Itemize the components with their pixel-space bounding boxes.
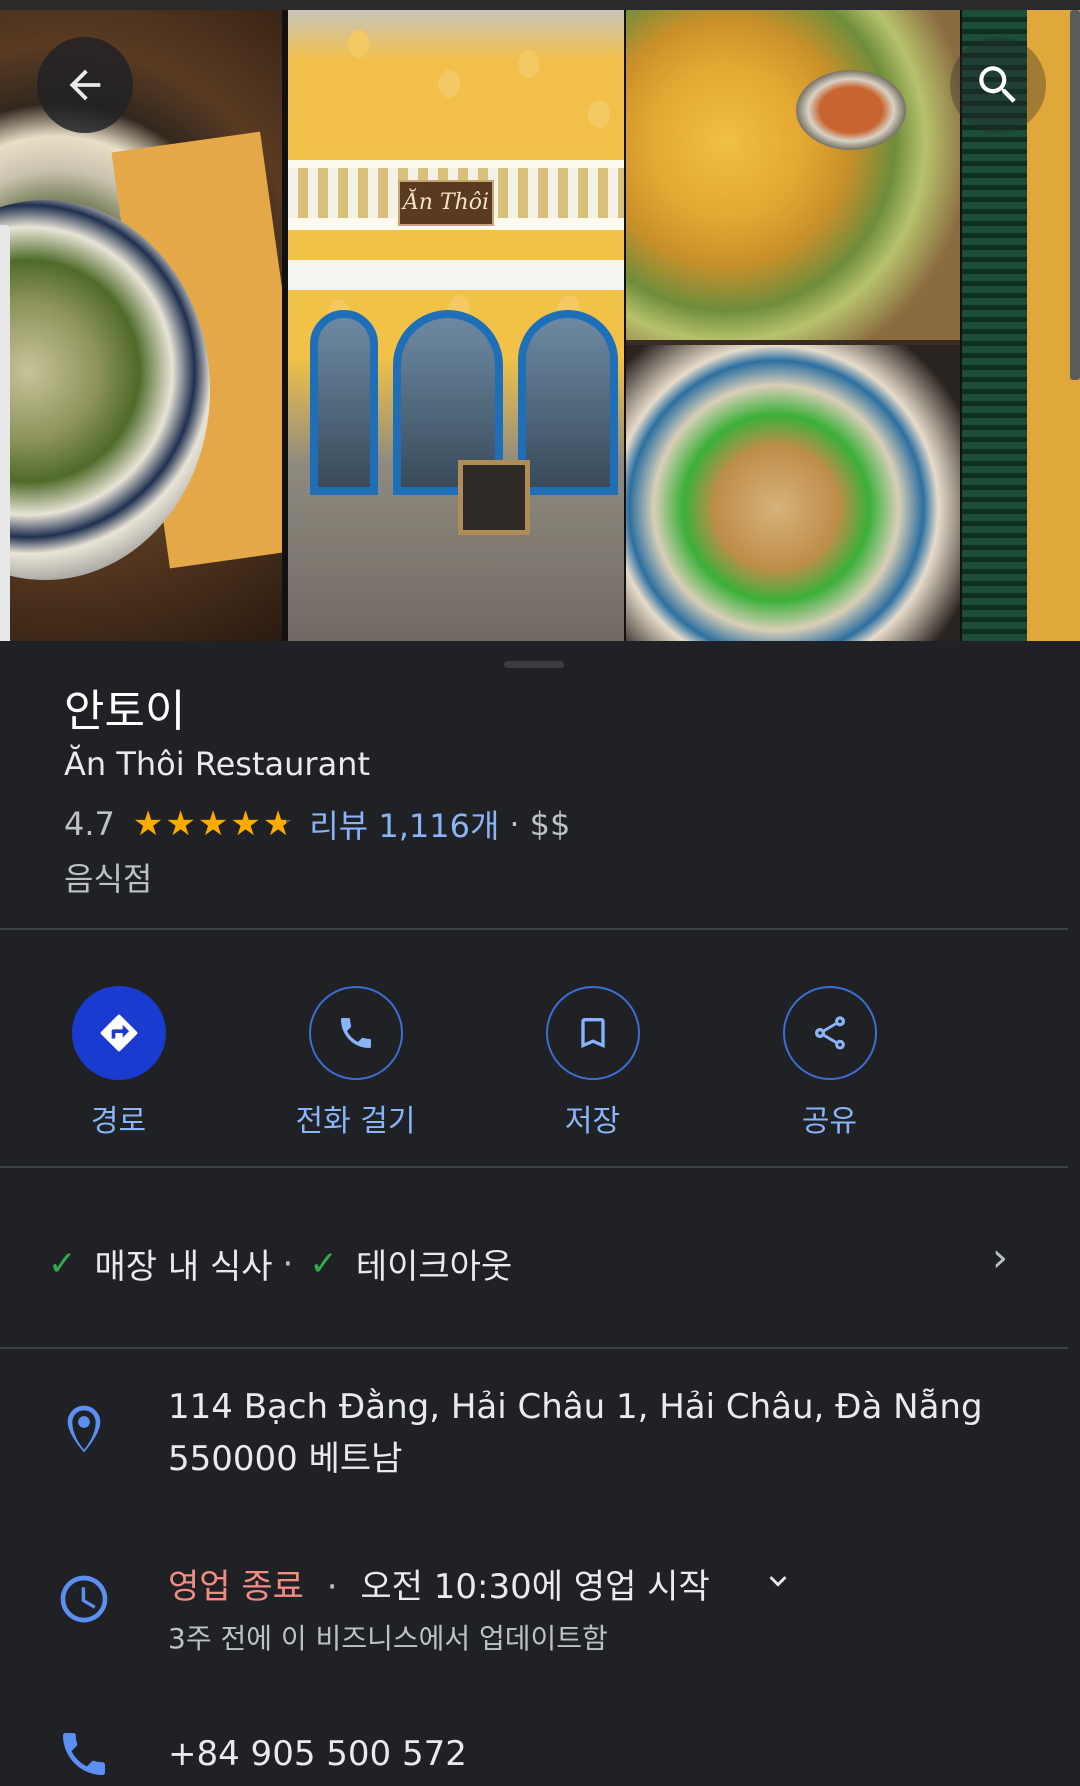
clock-icon	[60, 1575, 108, 1623]
price-level: $$	[529, 805, 571, 843]
dine-in-label: 매장 내 식사	[94, 1247, 273, 1287]
search-button[interactable]	[950, 37, 1046, 133]
service-options-row[interactable]: ✓ 매장 내 식사 · ✓ 테이크아웃 ›	[48, 1235, 1008, 1288]
search-icon	[979, 66, 1016, 103]
drag-handle[interactable]	[504, 661, 564, 668]
bookmark-icon	[580, 1018, 605, 1048]
photo-card-edge	[0, 225, 10, 641]
photo-food[interactable]	[626, 10, 960, 641]
lantern	[588, 100, 610, 128]
chevron-right-icon[interactable]: ›	[992, 1235, 1008, 1281]
separator-dot: ·	[282, 1243, 294, 1284]
place-details-sheet: 안토이 Ăn Thôi Restaurant 4.7 ★★★★★ ★★★★★ 리…	[0, 641, 1068, 1786]
arrow-left-icon	[69, 69, 101, 101]
divider	[0, 1347, 1068, 1349]
check-icon: ✓	[309, 1243, 338, 1284]
stars-filled: ★★★★★	[132, 804, 286, 844]
window-arch	[310, 310, 378, 495]
address-line2: 550000 베트남	[168, 1439, 403, 1479]
dipping-sauce	[796, 70, 906, 150]
photo-restaurant-facade[interactable]: Ăn Thôi	[288, 10, 624, 641]
directions-label: 경로	[90, 1104, 147, 1139]
place-subtitle: Ăn Thôi Restaurant	[64, 745, 370, 783]
directions-circle[interactable]	[71, 986, 166, 1080]
save-label: 저장	[564, 1104, 621, 1139]
phone-number: +84 905 500 572	[168, 1734, 467, 1774]
address-text: 114 Bạch Đằng, Hải Châu 1, Hải Châu, Đà …	[168, 1381, 983, 1485]
hours-next-open: 오전 10:30에 영업 시작	[360, 1567, 710, 1607]
call-label: 전화 걸기	[295, 1104, 416, 1139]
location-pin-icon	[67, 1405, 101, 1453]
directions-button[interactable]: 경로	[0, 986, 237, 1140]
share-circle[interactable]	[782, 986, 877, 1080]
phone-icon	[63, 1733, 105, 1775]
divider	[0, 928, 1068, 930]
call-circle[interactable]	[308, 986, 403, 1080]
window-arch	[518, 310, 618, 495]
restaurant-sign: Ăn Thôi	[398, 180, 494, 226]
share-label: 공유	[801, 1104, 858, 1139]
hours-text: 영업 종료 · 오전 10:30에 영업 시작 3주 전에 이 비즈니스에서 업…	[168, 1561, 795, 1665]
menu-board	[458, 460, 530, 535]
photo-carousel[interactable]: Ăn Thôi	[0, 0, 1080, 641]
noodle-bowl	[626, 345, 960, 641]
address-line1: 114 Bạch Đằng, Hải Châu 1, Hải Châu, Đà …	[168, 1387, 983, 1427]
lantern	[518, 50, 540, 78]
check-icon: ✓	[48, 1243, 77, 1284]
share-icon	[814, 1016, 845, 1050]
save-circle[interactable]	[545, 986, 640, 1080]
awning	[288, 260, 624, 290]
lantern	[438, 70, 460, 98]
place-category: 음식점	[64, 860, 153, 898]
lantern	[348, 30, 370, 58]
separator-dot: ·	[509, 805, 520, 843]
place-title: 안토이	[64, 686, 186, 737]
hours-updated-note: 3주 전에 이 비즈니스에서 업데이트함	[168, 1622, 608, 1655]
rating-value: 4.7	[64, 805, 115, 843]
reviews-link[interactable]: 리뷰 1,116개	[309, 801, 499, 847]
directions-icon	[100, 1014, 137, 1052]
takeout-label: 테이크아웃	[355, 1247, 513, 1287]
star-rating-icon: ★★★★★ ★★★★★	[133, 804, 295, 844]
phone-icon	[340, 1018, 371, 1048]
rating-row: 4.7 ★★★★★ ★★★★★ 리뷰 1,116개 · $$	[64, 801, 570, 847]
banh-xeo-plate	[626, 10, 960, 340]
separator-dot: ·	[326, 1567, 338, 1607]
hours-status: 영업 종료	[168, 1567, 304, 1607]
save-button[interactable]: 저장	[474, 986, 711, 1140]
call-button[interactable]: 전화 걸기	[237, 986, 474, 1140]
share-button[interactable]: 공유	[711, 986, 948, 1140]
action-buttons: 경로 전화 걸기 저장 공유	[0, 986, 1068, 1140]
back-button[interactable]	[37, 37, 133, 133]
divider	[0, 1166, 1068, 1168]
chevron-down-icon[interactable]	[761, 1561, 795, 1613]
scrollbar[interactable]	[1070, 10, 1080, 380]
